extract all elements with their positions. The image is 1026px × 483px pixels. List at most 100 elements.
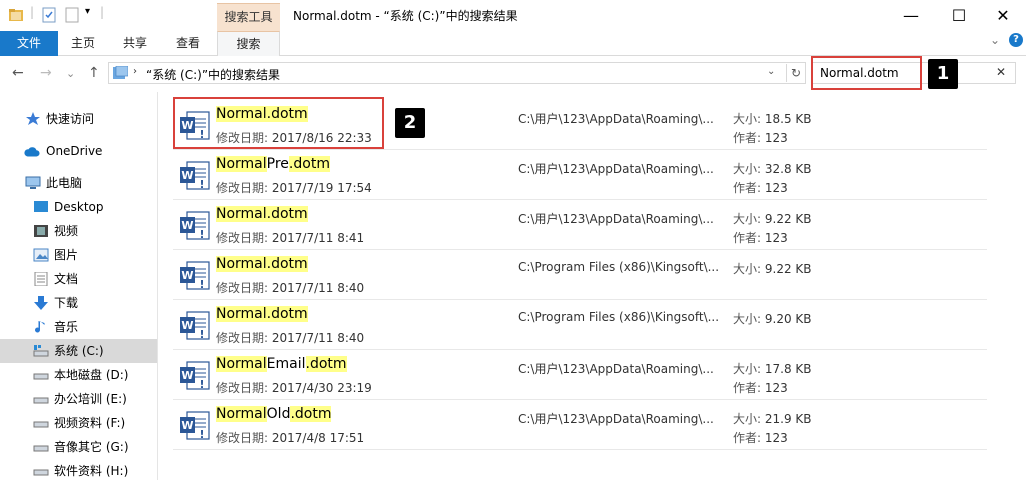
author-label: 作者: xyxy=(733,181,762,195)
author-value: 123 xyxy=(764,181,788,195)
properties-icon[interactable] xyxy=(41,7,57,23)
date-value: 2017/4/8 17:51 xyxy=(271,431,365,445)
sidebar-item-documents[interactable]: 文档 xyxy=(0,267,157,291)
sidebar-item-drive-f[interactable]: 视频资料 (F:) xyxy=(0,411,157,435)
forward-button[interactable]: → xyxy=(40,65,52,81)
sidebar-item-quick-access[interactable]: 快速访问 xyxy=(0,107,157,131)
sidebar-item-music[interactable]: 音乐 xyxy=(0,315,157,339)
minimize-button[interactable]: — xyxy=(888,0,934,31)
breadcrumb-separator-icon[interactable]: › xyxy=(133,66,137,77)
modified-date: 修改日期: 2017/4/30 23:19 xyxy=(216,379,372,396)
sidebar-item-label: 快速访问 xyxy=(46,112,95,126)
word-template-icon: W! xyxy=(180,311,210,341)
tab-search[interactable]: 搜索 xyxy=(217,31,280,57)
tab-home[interactable]: 主页 xyxy=(60,31,106,56)
svg-text:W: W xyxy=(181,319,193,332)
file-path: C:\用户\123\AppData\Roaming\... xyxy=(518,412,714,426)
ribbon-tabs: 文件 主页 共享 查看 搜索 ⌄ xyxy=(0,31,1026,57)
file-name[interactable]: Normal.dotm xyxy=(216,206,308,222)
sidebar-item-drive-d[interactable]: 本地磁盘 (D:) xyxy=(0,363,157,387)
recent-locations-icon[interactable]: ⌄ xyxy=(66,67,75,80)
file-name[interactable]: Normal.dotm xyxy=(216,256,308,272)
file-author: 作者: 123 xyxy=(733,129,788,146)
address-dropdown-icon[interactable]: ⌄ xyxy=(767,66,775,77)
size-label: 大小: xyxy=(733,412,762,426)
svg-text:W: W xyxy=(181,269,193,282)
svg-text:W: W xyxy=(181,419,193,432)
sidebar-item-label: 此电脑 xyxy=(46,176,83,190)
folder-icon[interactable] xyxy=(8,7,24,23)
author-value: 123 xyxy=(764,231,788,245)
file-author: 作者: 123 xyxy=(733,429,788,446)
cloud-icon xyxy=(24,147,40,157)
name-middle: Pre xyxy=(266,156,289,172)
name-extension-match: .dotm xyxy=(305,356,347,372)
table-row[interactable]: W! Normal.dotm 修改日期: 2017/7/11 8:41 C:\用户\1… xyxy=(173,200,987,250)
name-extension-match: .dotm xyxy=(290,406,332,422)
new-folder-icon[interactable] xyxy=(64,7,80,23)
tab-view[interactable]: 查看 xyxy=(165,31,211,56)
sidebar-item-drive-g[interactable]: 音像其它 (G:) xyxy=(0,435,157,459)
sidebar-item-label: 视频资料 (F:) xyxy=(54,416,126,430)
tab-share[interactable]: 共享 xyxy=(112,31,158,56)
picture-icon xyxy=(33,248,49,262)
svg-text:!: ! xyxy=(199,378,204,391)
qa-separator: | xyxy=(100,5,105,19)
table-row[interactable]: W! Normal.dotm 修改日期: 2017/7/11 8:40 C:\Prog… xyxy=(173,250,987,300)
breadcrumb[interactable]: “系统 (C:)”中的搜索结果 xyxy=(146,66,280,83)
drive-icon xyxy=(33,469,49,476)
drive-icon xyxy=(33,445,49,452)
date-value: 2017/7/11 8:40 xyxy=(271,331,365,345)
file-name[interactable]: Normal.dotm xyxy=(216,306,308,322)
video-icon xyxy=(34,225,48,237)
file-name[interactable]: NormalEmail.dotm xyxy=(216,356,347,372)
word-template-icon: W! xyxy=(180,211,210,241)
file-author: 作者: 123 xyxy=(733,229,788,246)
sidebar-item-label: 图片 xyxy=(54,248,79,262)
modified-date: 修改日期: 2017/7/19 17:54 xyxy=(216,179,372,196)
file-size: 大小: 21.9 KB xyxy=(733,410,812,427)
author-label: 作者: xyxy=(733,231,762,245)
back-button[interactable]: ← xyxy=(12,65,24,81)
refresh-button[interactable]: ↻ xyxy=(786,64,805,82)
maximize-button[interactable]: ☐ xyxy=(936,0,982,31)
sidebar-item-onedrive[interactable]: OneDrive xyxy=(0,139,157,163)
file-size: 大小: 17.8 KB xyxy=(733,360,812,377)
table-row[interactable]: W! NormalOld.dotm 修改日期: 2017/4/8 17:51 C:\用… xyxy=(173,400,987,450)
date-label: 修改日期: xyxy=(216,431,269,445)
date-value: 2017/7/11 8:41 xyxy=(271,231,365,245)
sidebar-item-pictures[interactable]: 图片 xyxy=(0,243,157,267)
up-button[interactable]: ↑ xyxy=(88,65,100,81)
svg-text:!: ! xyxy=(199,428,204,441)
table-row[interactable]: W! NormalPre.dotm 修改日期: 2017/7/19 17:54 C:\… xyxy=(173,150,987,200)
close-button[interactable]: ✕ xyxy=(980,0,1026,31)
word-template-icon: W! xyxy=(180,411,210,441)
ribbon-expand-icon[interactable]: ⌄ xyxy=(990,33,1000,47)
file-size: 大小: 9.22 KB xyxy=(733,260,812,277)
modified-date: 修改日期: 2017/7/11 8:41 xyxy=(216,229,364,246)
sidebar-item-this-pc[interactable]: 此电脑 xyxy=(0,171,157,195)
sidebar-item-downloads[interactable]: 下载 xyxy=(0,291,157,315)
sidebar-item-drive-e[interactable]: 办公培训 (E:) xyxy=(0,387,157,411)
download-icon xyxy=(34,296,48,310)
customize-toolbar-icon[interactable]: ▾ xyxy=(85,6,90,17)
tab-file[interactable]: 文件 xyxy=(0,31,58,56)
file-path: C:\Program Files (x86)\Kingsoft\... xyxy=(518,310,720,324)
drive-icon xyxy=(33,397,49,404)
desktop-icon xyxy=(34,201,48,212)
file-path: C:\用户\123\AppData\Roaming\... xyxy=(518,162,714,176)
table-row[interactable]: W! Normal.dotm 修改日期: 2017/7/11 8:40 C:\Prog… xyxy=(173,300,987,350)
sidebar-item-desktop[interactable]: Desktop xyxy=(0,195,157,219)
sidebar-item-system-c[interactable]: 系统 (C:) xyxy=(0,339,157,363)
table-row[interactable]: W! NormalEmail.dotm 修改日期: 2017/4/30 23:19 C… xyxy=(173,350,987,400)
sidebar-item-drive-h[interactable]: 软件资料 (H:) xyxy=(0,459,157,483)
help-icon[interactable]: ? xyxy=(1009,33,1023,47)
modified-date: 修改日期: 2017/4/8 17:51 xyxy=(216,429,364,446)
clear-search-icon[interactable]: ✕ xyxy=(996,65,1006,79)
file-name[interactable]: NormalOld.dotm xyxy=(216,406,332,422)
sidebar-item-videos[interactable]: 视频 xyxy=(0,219,157,243)
scrollbar[interactable] xyxy=(1014,92,1026,480)
qa-separator: | xyxy=(30,5,35,19)
file-name[interactable]: NormalPre.dotm xyxy=(216,156,330,172)
address-bar[interactable]: › “系统 (C:)”中的搜索结果 ⌄ ↻ xyxy=(108,62,806,84)
